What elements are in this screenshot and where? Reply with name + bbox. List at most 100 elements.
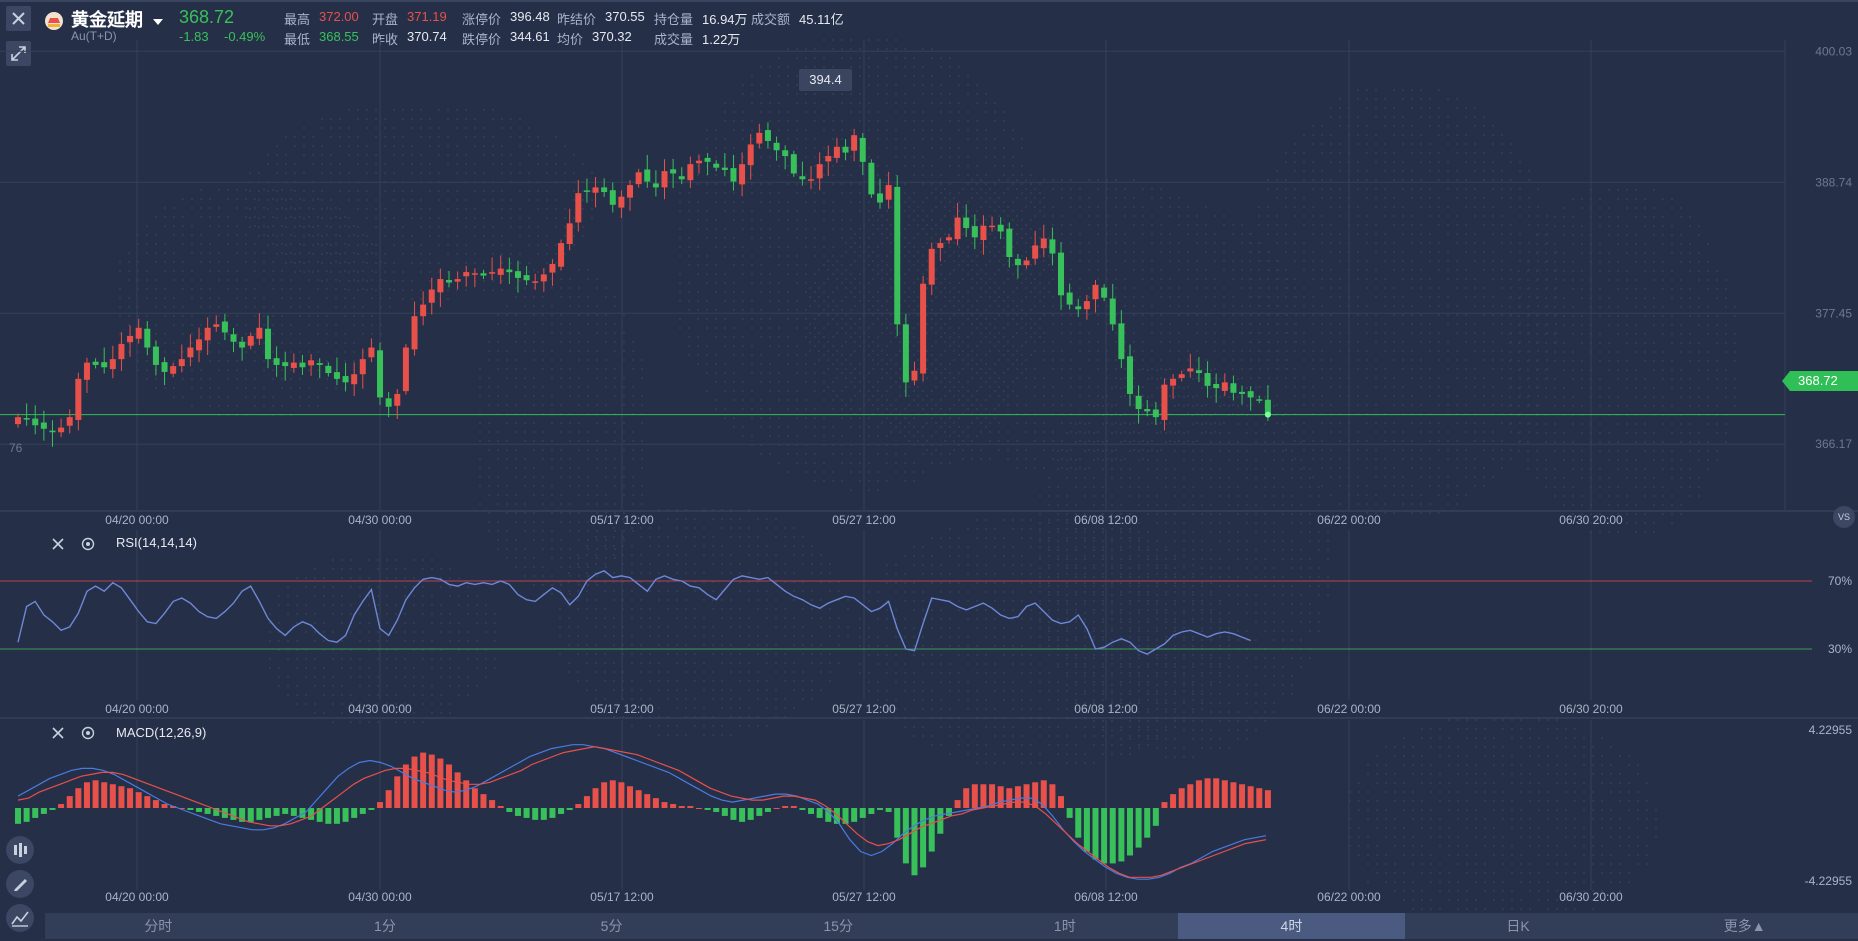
gear-icon <box>81 537 95 551</box>
candle-body <box>713 163 720 168</box>
macd-panel[interactable]: 4.22955 -4.22955 04/20 00:00 04/30 00:00 05… <box>15 720 1852 904</box>
candle-body <box>644 169 651 182</box>
macd-bar <box>851 808 858 822</box>
indicator-tool-button[interactable] <box>6 836 34 864</box>
x-tick-label: 06/22 00:00 <box>1317 702 1381 716</box>
candle-body <box>1247 391 1254 398</box>
chart-type-button[interactable] <box>6 904 34 932</box>
rsi-level-label: 70% <box>1828 574 1852 588</box>
tab-timeframe-1[interactable]: 1分 <box>272 913 499 939</box>
macd-bar <box>1256 788 1263 808</box>
candle-body <box>1058 252 1065 296</box>
tab-timeframe-7[interactable]: 更多▲ <box>1631 913 1858 939</box>
tab-timeframe-3[interactable]: 15分 <box>725 913 952 939</box>
x-tick-label: 04/20 00:00 <box>105 702 169 716</box>
macd-bar <box>963 788 970 808</box>
macd-bar <box>1178 788 1185 808</box>
macd-bar <box>808 808 815 814</box>
macd-bar <box>333 808 340 824</box>
tab-timeframe-0[interactable]: 分时 <box>45 913 272 939</box>
candle-body <box>756 132 763 144</box>
rsi-level-label: 30% <box>1828 642 1852 656</box>
candle-body <box>851 135 858 151</box>
y-tick-label: 400.03 <box>1815 44 1852 58</box>
candle-body <box>213 324 220 327</box>
candle-body <box>196 339 203 351</box>
tab-timeframe-5[interactable]: 4时 <box>1178 913 1405 939</box>
macd-bar <box>670 804 677 808</box>
candle-body <box>747 144 754 166</box>
macd-bar <box>782 806 789 808</box>
x-tick-label: 06/08 12:00 <box>1074 702 1138 716</box>
macd-bar <box>118 786 125 808</box>
candle-body <box>627 185 634 198</box>
macd-bar <box>49 808 56 810</box>
candle-body <box>558 243 565 267</box>
macd-bar <box>566 808 573 810</box>
draw-tool-button[interactable] <box>6 870 34 898</box>
macd-close-button[interactable] <box>50 725 66 741</box>
x-tick-label: 05/17 12:00 <box>590 890 654 904</box>
candle-body <box>428 289 435 303</box>
macd-bar <box>1264 790 1271 808</box>
candle-body <box>687 164 694 181</box>
rsi-line <box>17 570 1251 655</box>
macd-bar <box>247 808 254 822</box>
tab-timeframe-2[interactable]: 5分 <box>498 913 725 939</box>
x-tick-label: 06/08 12:00 <box>1074 890 1138 904</box>
candle-body <box>954 217 961 240</box>
macd-bar <box>747 808 754 820</box>
candle-body <box>618 196 625 208</box>
candle-body <box>1152 409 1159 418</box>
candle-body <box>15 417 21 425</box>
tab-timeframe-4[interactable]: 1时 <box>952 913 1179 939</box>
rsi-title: RSI(14,14,14) <box>116 535 197 550</box>
macd-bar <box>75 788 82 808</box>
candle-body <box>523 275 530 281</box>
candle-body <box>1126 356 1133 394</box>
macd-bar <box>1083 808 1090 852</box>
y-tick-label: 388.74 <box>1815 175 1852 189</box>
last-price-dot <box>1264 411 1271 418</box>
macd-bar <box>325 808 332 824</box>
candle-body <box>894 186 901 325</box>
candle-body <box>920 283 927 374</box>
candle-body <box>1092 284 1099 300</box>
tab-timeframe-6[interactable]: 日K <box>1405 913 1632 939</box>
candle-body <box>118 344 125 360</box>
macd-bar <box>282 808 289 814</box>
macd-bar <box>945 808 952 816</box>
macd-bar <box>1152 808 1159 826</box>
candle-body <box>1049 239 1056 254</box>
rsi-close-button[interactable] <box>50 536 66 552</box>
candle-body <box>1144 409 1151 412</box>
macd-bar <box>1126 808 1133 856</box>
macd-bar <box>532 808 539 820</box>
current-price-tag: 368.72 <box>1782 371 1858 391</box>
macd-bar <box>1006 788 1013 808</box>
background-map-texture <box>119 39 1736 928</box>
macd-bar <box>1058 796 1065 808</box>
close-icon <box>52 727 64 739</box>
candle-body <box>282 362 289 367</box>
candle-body <box>471 273 478 275</box>
charts-area[interactable]: 400.03 388.74 377.45 366.17 04/20 00:00 04/3… <box>0 0 1858 941</box>
candle-body <box>109 359 116 370</box>
macd-bar <box>799 808 806 810</box>
timeframe-bar: 分时 1分 5分 15分 1时 4时 日K 更多▲ <box>45 913 1858 939</box>
macd-title: MACD(12,26,9) <box>116 725 207 740</box>
candle-body <box>514 271 521 278</box>
candle-body <box>1178 374 1185 378</box>
main-chart[interactable]: 400.03 388.74 377.45 366.17 04/20 00:00 04/3… <box>0 40 1858 527</box>
x-tick-label: 05/27 12:00 <box>832 890 896 904</box>
candle-body <box>75 378 82 420</box>
rsi-series-line <box>17 570 1251 655</box>
x-tick-label: 04/20 00:00 <box>105 890 169 904</box>
vs-compare-button[interactable]: VS <box>1833 506 1855 528</box>
candle-body <box>782 150 789 157</box>
x-tick-label: 04/30 00:00 <box>348 513 412 527</box>
macd-bar <box>273 808 280 816</box>
rsi-settings-button[interactable] <box>80 536 96 552</box>
macd-settings-button[interactable] <box>80 725 96 741</box>
candle-body <box>333 372 340 379</box>
